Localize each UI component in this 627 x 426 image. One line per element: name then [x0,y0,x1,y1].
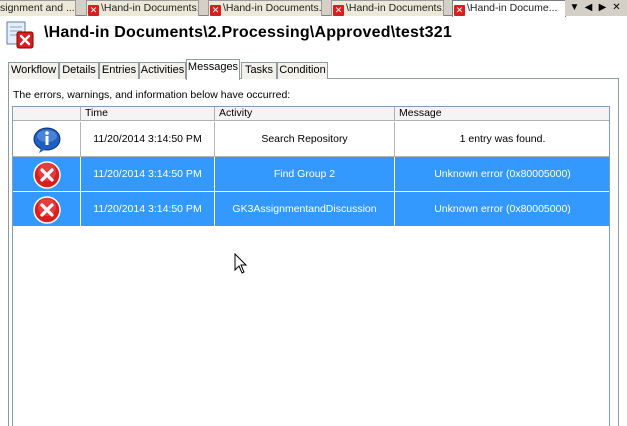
doc-tab-2[interactable]: ✕ \Hand-in Documents... [86,0,199,16]
doc-tab-4[interactable]: ✕ \Hand-in Documents... [331,0,444,16]
tab-list-dropdown-icon[interactable]: ▼ [568,1,581,14]
doc-tab-label: \Hand-in Docume... [467,2,558,14]
tab-messages[interactable]: Messages [186,59,240,80]
tab-workflow[interactable]: Workflow [8,62,59,79]
document-error-icon: ✕ [333,5,344,16]
row-activity: GK3AssignmentandDiscussion [215,192,395,227]
mouse-pointer-icon [234,253,248,274]
doc-tab-label: \Hand-in Documents... [223,2,322,14]
row-message: 1 entry was found. [395,122,609,157]
panel-right-edge [619,78,627,426]
doc-tab-5-active[interactable]: ✕ \Hand-in Docume... [452,0,566,17]
row-icon-cell [13,192,81,227]
messages-grid[interactable]: Time Activity Message 11/20/2014 3:14:50… [12,106,610,426]
doc-tab-label: signment and ... [0,2,75,14]
column-header-activity[interactable]: Activity [215,107,395,121]
message-row[interactable]: 11/20/2014 3:14:50 PM GK3AssignmentandDi… [13,192,609,227]
row-message: Unknown error (0x80005000) [395,157,609,192]
tab-tasks[interactable]: Tasks [241,62,277,79]
tab-condition[interactable]: Condition [277,62,328,79]
scroll-left-icon[interactable]: ◀ [582,1,595,14]
doc-tab-3[interactable]: ✕ \Hand-in Documents... [208,0,322,16]
document-error-icon: ✕ [88,5,99,16]
column-header-message[interactable]: Message [395,107,609,121]
tab-entries[interactable]: Entries [99,62,139,79]
error-icon [33,161,61,189]
tab-strip-controls: ▼ ◀ ▶ ✕ [565,0,627,16]
document-error-icon [6,21,34,49]
row-message: Unknown error (0x80005000) [395,192,609,227]
error-icon [33,196,61,224]
row-icon-cell [13,157,81,192]
message-row[interactable]: 11/20/2014 3:14:50 PM Search Repository … [13,122,609,157]
close-tab-icon[interactable]: ✕ [610,1,623,14]
document-tab-strip: signment and ... ✕ \Hand-in Documents... … [0,0,627,17]
row-activity: Search Repository [215,122,395,157]
row-time: 11/20/2014 3:14:50 PM [81,192,215,227]
document-header: \Hand-in Documents\2.Processing\Approved… [0,17,627,59]
doc-tab-label: \Hand-in Documents... [346,2,444,14]
row-time: 11/20/2014 3:14:50 PM [81,157,215,192]
document-error-icon: ✕ [454,5,465,16]
message-row[interactable]: 11/20/2014 3:14:50 PM Find Group 2 Unkno… [13,157,609,192]
doc-tab-label: \Hand-in Documents... [101,2,199,14]
messages-intro-text: The errors, warnings, and information be… [13,89,291,101]
scroll-right-icon[interactable]: ▶ [596,1,609,14]
tab-activities[interactable]: Activities [139,62,186,79]
row-icon-cell [13,122,81,157]
info-icon [33,127,61,153]
tab-details[interactable]: Details [59,62,99,79]
row-activity: Find Group 2 [215,157,395,192]
doc-tab-1[interactable]: signment and ... [0,0,76,16]
row-time: 11/20/2014 3:14:50 PM [81,122,215,157]
document-error-icon: ✕ [210,5,221,16]
column-header-time[interactable]: Time [81,107,215,121]
column-header-icon[interactable] [13,107,81,121]
document-path-title: \Hand-in Documents\2.Processing\Approved… [44,24,452,41]
